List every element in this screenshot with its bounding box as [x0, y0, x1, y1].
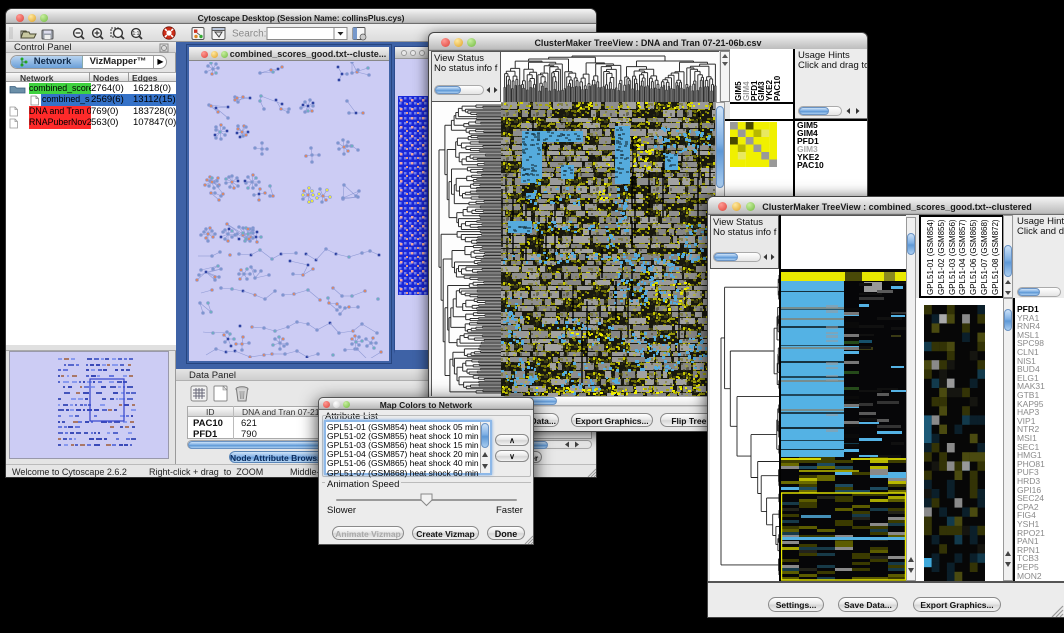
svg-text:Search:: Search: [232, 29, 266, 40]
svg-text:1:1: 1:1 [133, 31, 140, 37]
